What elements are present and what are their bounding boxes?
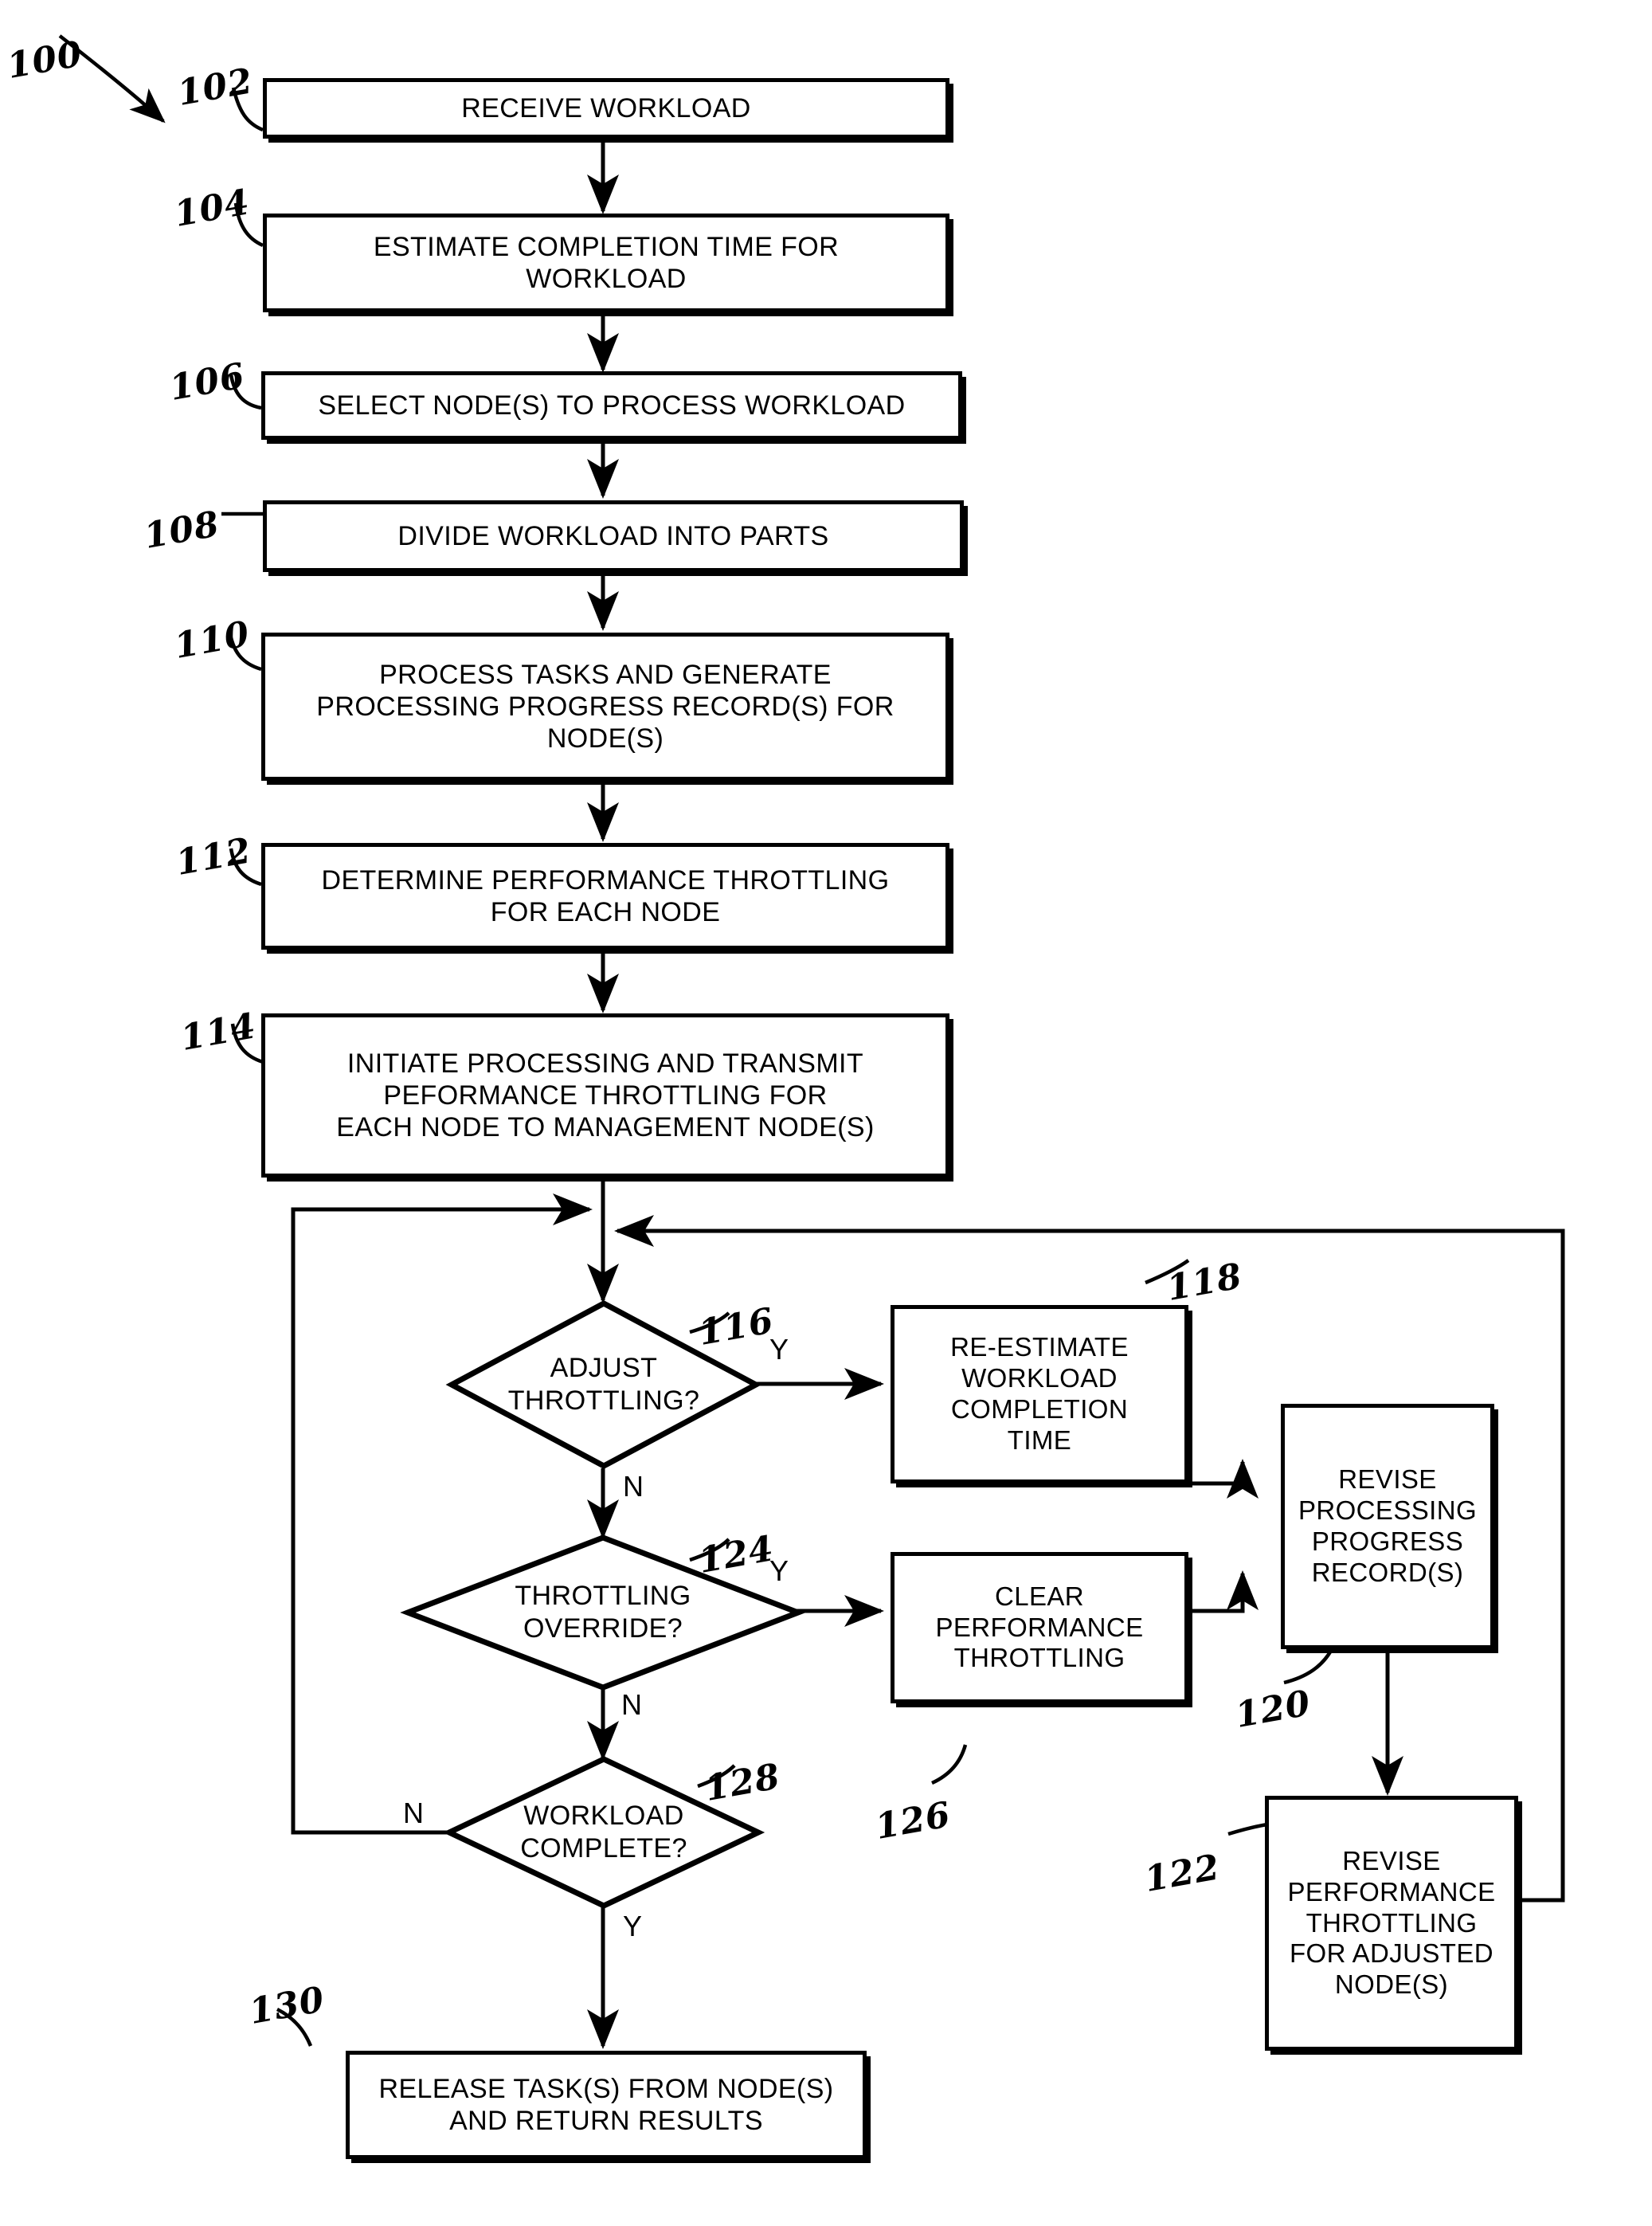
step-box-122-label: REVISE PERFORMANCE THROTTLING FOR ADJUST… (1287, 1845, 1496, 2000)
step-box-118-label: RE-ESTIMATE WORKLOAD COMPLETION TIME (950, 1332, 1129, 1455)
step-box-110-label: PROCESS TASKS AND GENERATE PROCESSING PR… (316, 659, 895, 754)
flowchart-canvas: 100 RECEIVE WORKLOAD 102 ESTIMATE COMPLE… (0, 0, 1652, 2226)
branch-128-no: N (403, 1797, 424, 1829)
ref-126: 126 (872, 1794, 954, 1848)
ref-110: 110 (171, 613, 253, 667)
step-box-110[interactable]: PROCESS TASKS AND GENERATE PROCESSING PR… (261, 633, 949, 781)
step-box-108[interactable]: DIVIDE WORKLOAD INTO PARTS (263, 500, 964, 572)
ref-108: 108 (141, 504, 223, 557)
branch-116-no: N (623, 1470, 644, 1503)
step-box-120-label: REVISE PROCESSING PROGRESS RECORD(S) (1298, 1464, 1478, 1587)
branch-124-yes: Y (769, 1554, 789, 1587)
step-box-130[interactable]: RELEASE TASK(S) FROM NODE(S) AND RETURN … (346, 2051, 867, 2159)
step-box-112[interactable]: DETERMINE PERFORMANCE THROTTLING FOR EAC… (261, 843, 949, 950)
leader-120 (1283, 1648, 1333, 1685)
edge-126-120 (1188, 1570, 1259, 1613)
step-box-122[interactable]: REVISE PERFORMANCE THROTTLING FOR ADJUST… (1265, 1796, 1518, 2051)
step-box-126-label: CLEAR PERFORMANCE THROTTLING (935, 1581, 1144, 1673)
step-box-114-label: INITIATE PROCESSING AND TRANSMIT PEFORMA… (336, 1048, 875, 1143)
ref-118: 118 (1164, 1256, 1246, 1309)
step-box-118[interactable]: RE-ESTIMATE WORKLOAD COMPLETION TIME (891, 1305, 1188, 1483)
ref-120: 120 (1232, 1683, 1314, 1736)
step-box-114[interactable]: INITIATE PROCESSING AND TRANSMIT PEFORMA… (261, 1013, 949, 1178)
step-box-102-label: RECEIVE WORKLOAD (461, 92, 751, 123)
step-box-130-label: RELEASE TASK(S) FROM NODE(S) AND RETURN … (378, 2073, 834, 2136)
step-box-108-label: DIVIDE WORKLOAD INTO PARTS (397, 520, 829, 551)
figure-ref-100: 100 (4, 33, 86, 88)
step-box-102[interactable]: RECEIVE WORKLOAD (263, 78, 949, 139)
ref-122: 122 (1141, 1847, 1223, 1900)
branch-128-yes: Y (623, 1910, 643, 1942)
ref-112: 112 (173, 830, 255, 884)
ref-130: 130 (246, 1979, 328, 2032)
step-box-104-label: ESTIMATE COMPLETION TIME FOR WORKLOAD (373, 231, 840, 294)
edge-118-120 (1188, 1458, 1259, 1499)
step-box-126[interactable]: CLEAR PERFORMANCE THROTTLING (891, 1552, 1188, 1703)
step-box-104[interactable]: ESTIMATE COMPLETION TIME FOR WORKLOAD (263, 214, 949, 312)
step-box-112-label: DETERMINE PERFORMANCE THROTTLING FOR EAC… (321, 864, 890, 927)
step-box-120[interactable]: REVISE PROCESSING PROGRESS RECORD(S) (1281, 1404, 1494, 1649)
ref-104: 104 (171, 182, 253, 235)
ref-102: 102 (174, 61, 256, 114)
leader-126 (931, 1744, 968, 1785)
branch-116-yes: Y (769, 1333, 789, 1366)
branch-124-no: N (621, 1688, 642, 1721)
ref-106: 106 (166, 355, 249, 409)
step-box-106-label: SELECT NODE(S) TO PROCESS WORKLOAD (318, 390, 906, 421)
step-box-106[interactable]: SELECT NODE(S) TO PROCESS WORKLOAD (261, 371, 962, 440)
ref-114: 114 (178, 1005, 260, 1059)
